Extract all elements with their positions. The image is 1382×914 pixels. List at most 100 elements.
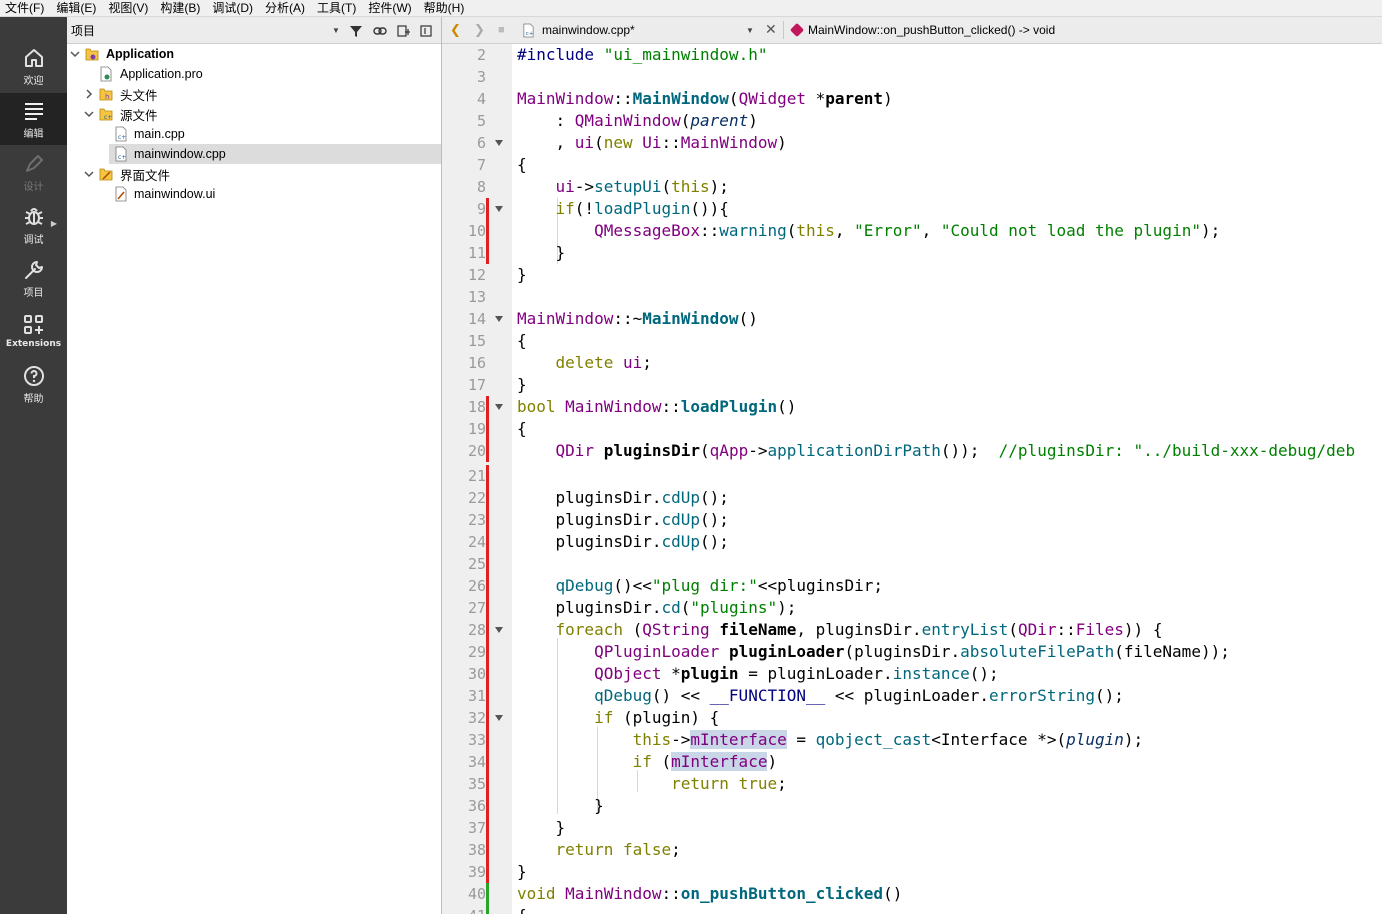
line-number: 39	[467, 863, 486, 881]
line-number: 37	[467, 819, 486, 837]
cpp-file-icon: c+	[115, 146, 127, 162]
close-icon[interactable]: ✕	[765, 21, 777, 38]
line-number: 2	[476, 46, 486, 64]
svg-text:c+: c+	[118, 154, 126, 161]
fold-arrow-icon[interactable]	[495, 206, 505, 214]
menu-item[interactable]: 文件(F)	[0, 1, 51, 16]
tree-item-sources[interactable]: c+ 源文件	[67, 104, 441, 124]
mode-projects[interactable]: 项目	[0, 252, 67, 304]
tree-item-forms[interactable]: 界面文件	[67, 164, 441, 184]
mode-edit[interactable]: 编辑	[0, 93, 67, 145]
mode-label: 设计	[23, 181, 44, 193]
change-marker	[486, 817, 489, 839]
line-number: 30	[467, 665, 486, 683]
edit-icon	[24, 102, 43, 120]
tree-label: Application.pro	[120, 67, 203, 81]
code-line: : QMainWindow(parent)	[517, 111, 758, 130]
change-marker	[486, 729, 489, 751]
change-marker	[486, 465, 489, 487]
submenu-arrow-icon: ▶	[50, 219, 57, 228]
line-number: 17	[467, 376, 486, 394]
line-number: 20	[467, 442, 486, 460]
project-title[interactable]: 项目	[71, 22, 95, 39]
filter-icon[interactable]	[347, 22, 365, 40]
menu-item[interactable]: 视图(V)	[103, 1, 155, 16]
chevron-down-icon[interactable]: ▼	[746, 26, 754, 35]
mode-label: 调试	[23, 234, 44, 246]
forward-arrow-icon[interactable]: ❯	[474, 22, 485, 38]
mode-label: Extensions	[5, 339, 62, 349]
mode-debug[interactable]: 调试 ▶	[0, 199, 67, 251]
tree-item-application[interactable]: Application	[67, 44, 441, 64]
code-line: qDebug() << __FUNCTION__ << pluginLoader…	[594, 686, 1124, 705]
fold-arrow-icon[interactable]	[495, 627, 505, 635]
back-arrow-icon[interactable]: ❮	[450, 22, 461, 38]
line-number: 19	[467, 420, 486, 438]
change-marker	[486, 418, 489, 440]
fold-arrow-icon[interactable]	[495, 316, 505, 324]
menu-item[interactable]: 分析(A)	[260, 1, 312, 16]
current-symbol[interactable]: MainWindow::on_pushButton_clicked() -> v…	[808, 23, 1055, 37]
line-number: 27	[467, 599, 486, 617]
chevron-down-icon[interactable]	[69, 48, 81, 60]
code-line: QMessageBox::warning(this, "Error", "Cou…	[594, 221, 1221, 240]
link-icon[interactable]	[371, 22, 389, 40]
menu-item[interactable]: 帮助(H)	[419, 1, 472, 16]
menu-item[interactable]: 编辑(E)	[51, 1, 103, 16]
lock-icon[interactable]: ■	[498, 24, 505, 36]
change-marker	[486, 575, 489, 597]
chevron-down-icon[interactable]	[83, 108, 95, 120]
change-marker	[486, 751, 489, 773]
fold-arrow-icon[interactable]	[495, 715, 505, 723]
mode-help[interactable]: 帮助	[0, 358, 67, 410]
close-panel-icon[interactable]	[417, 22, 435, 40]
line-number: 14	[467, 310, 486, 328]
line-number: 13	[467, 288, 486, 306]
menu-item[interactable]: 构建(B)	[155, 1, 207, 16]
mode-extensions[interactable]: Extensions	[0, 305, 67, 357]
code-line: if (plugin) {	[594, 708, 720, 727]
code-line: {	[517, 155, 527, 174]
extensions-icon	[23, 315, 43, 334]
tree-item-pro-file[interactable]: Application.pro	[67, 64, 441, 84]
code-line: , ui(new Ui::MainWindow)	[517, 133, 787, 152]
code-line: pluginsDir.cdUp();	[517, 488, 729, 507]
tree-label: 头文件	[120, 88, 158, 103]
menu-item[interactable]: 调试(D)	[207, 1, 260, 16]
open-file-name[interactable]: mainwindow.cpp*	[542, 23, 635, 37]
tree-item-mainwindow-ui[interactable]: mainwindow.ui	[67, 184, 441, 204]
line-number: 35	[467, 775, 486, 793]
line-number: 34	[467, 753, 486, 771]
line-number: 7	[476, 156, 486, 174]
editor-toolbar: ❮ ❯ ■ c+ mainwindow.cpp* ▼ ✕ MainWindow:…	[442, 17, 1382, 44]
code-line: if(!loadPlugin()){	[555, 199, 729, 218]
code-line: {	[517, 419, 527, 438]
change-marker	[486, 396, 489, 418]
debug-icon	[24, 207, 43, 225]
code-line: }	[517, 818, 566, 837]
tree-item-main-cpp[interactable]: c+ main.cpp	[67, 124, 441, 144]
fold-arrow-icon[interactable]	[495, 140, 505, 148]
chevron-down-icon[interactable]	[83, 168, 95, 180]
change-marker	[486, 531, 489, 553]
code-line: QObject *plugin = pluginLoader.instance(…	[594, 664, 999, 683]
tree-item-mainwindow-cpp[interactable]: c+ mainwindow.cpp	[109, 144, 441, 164]
line-number: 24	[467, 533, 486, 551]
menu-item[interactable]: 控件(W)	[363, 1, 418, 16]
menu-item[interactable]: 工具(T)	[312, 1, 363, 16]
chevron-down-icon[interactable]: ▼	[332, 26, 340, 35]
line-number: 41	[446, 905, 486, 914]
chevron-right-icon[interactable]	[83, 88, 95, 100]
code-editor[interactable]: #include "ui_mainwindow.h" MainWindow::M…	[513, 44, 1382, 914]
line-number: 25	[467, 555, 486, 573]
line-number: 38	[467, 841, 486, 859]
mode-design[interactable]: 设计	[0, 146, 67, 198]
tree-item-headers[interactable]: h 头文件	[67, 84, 441, 104]
code-line: if (mInterface)	[632, 752, 778, 771]
project-panel: 项目 ▼ Application Application.pro h 头文件 c…	[67, 17, 442, 914]
mode-welcome[interactable]: 欢迎	[0, 40, 67, 92]
split-icon[interactable]	[395, 22, 413, 40]
fold-arrow-icon[interactable]	[495, 404, 505, 412]
tree-label: mainwindow.ui	[134, 187, 216, 201]
line-number: 11	[467, 244, 486, 262]
